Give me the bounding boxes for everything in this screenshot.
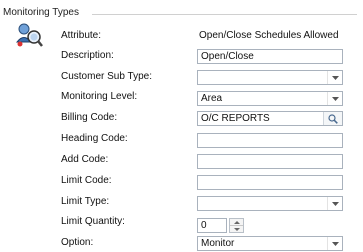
chevron-down-icon[interactable]	[327, 237, 342, 250]
attribute-value: Open/Close Schedules Allowed	[199, 30, 339, 41]
customer-sub-type-label: Customer Sub Type:	[61, 71, 152, 82]
chevron-down-icon[interactable]	[327, 197, 342, 210]
monitoring-level-value: Area	[201, 93, 223, 104]
heading-code-input[interactable]	[197, 133, 343, 148]
billing-code-value: O/C REPORTS	[201, 113, 270, 124]
monitoring-types-icon	[15, 22, 43, 48]
option-value: Monitor	[201, 238, 235, 249]
search-icon[interactable]	[323, 112, 342, 125]
limit-quantity-spinner[interactable]	[229, 218, 244, 233]
description-input[interactable]: Open/Close	[197, 49, 343, 64]
heading-code-label: Heading Code:	[61, 133, 128, 144]
customer-sub-type-select[interactable]	[197, 70, 343, 85]
spin-down-icon[interactable]	[230, 226, 243, 232]
limit-code-label: Limit Code:	[61, 175, 112, 186]
limit-quantity-label: Limit Quantity:	[61, 216, 125, 227]
limit-quantity-input[interactable]: 0	[197, 218, 227, 233]
limit-type-select[interactable]	[197, 196, 343, 211]
billing-code-input[interactable]: O/C REPORTS	[197, 111, 343, 126]
add-code-label: Add Code:	[61, 154, 109, 165]
billing-code-label: Billing Code:	[61, 112, 118, 123]
group-divider	[92, 14, 357, 15]
limit-code-input[interactable]	[197, 175, 343, 190]
add-code-input[interactable]	[197, 154, 343, 169]
limit-quantity-value: 0	[201, 220, 207, 231]
monitoring-level-select[interactable]: Area	[197, 91, 343, 106]
attribute-label: Attribute:	[61, 30, 102, 41]
group-title: Monitoring Types	[3, 7, 83, 18]
option-select[interactable]: Monitor	[197, 236, 343, 251]
option-label: Option:	[61, 237, 94, 248]
monitoring-level-label: Monitoring Level:	[61, 91, 138, 102]
limit-type-label: Limit Type:	[61, 196, 110, 207]
chevron-down-icon[interactable]	[327, 92, 342, 105]
chevron-down-icon[interactable]	[327, 71, 342, 84]
description-value: Open/Close	[201, 51, 254, 62]
description-label: Description:	[61, 50, 114, 61]
spin-up-icon[interactable]	[230, 219, 243, 226]
